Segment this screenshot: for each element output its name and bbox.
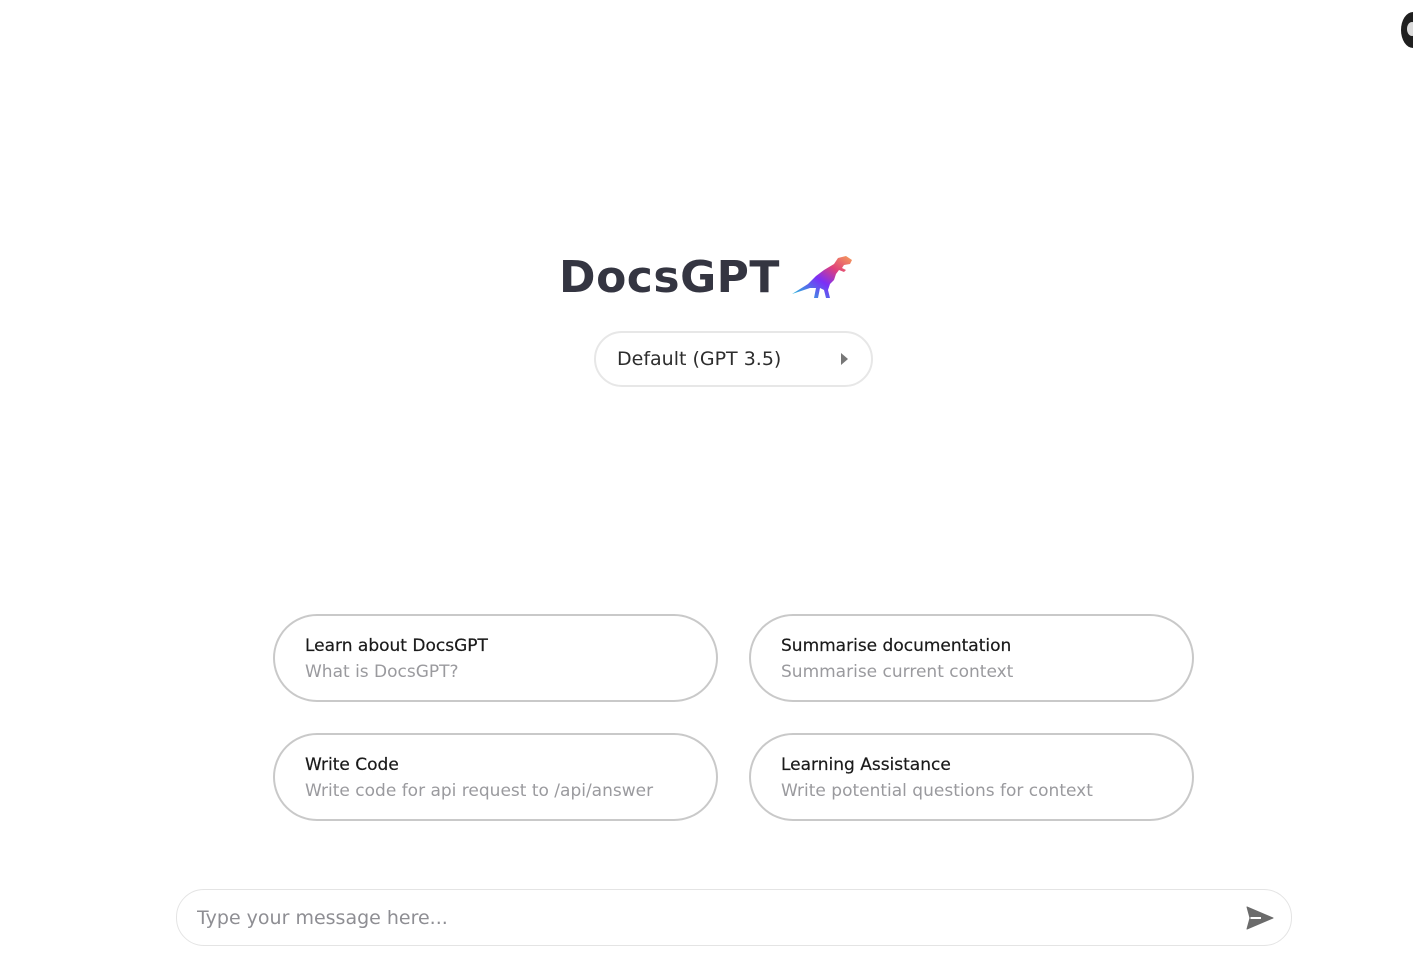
prompt-card-summarise[interactable]: Summarise documentation Summarise curren… xyxy=(749,614,1194,702)
prompt-card-subtitle: What is DocsGPT? xyxy=(305,662,459,682)
user-avatar[interactable] xyxy=(1401,12,1413,48)
prompt-card-subtitle: Summarise current context xyxy=(781,662,1014,682)
prompt-card-learn-about[interactable]: Learn about DocsGPT What is DocsGPT? xyxy=(273,614,718,702)
dinosaur-logo-icon xyxy=(791,255,852,298)
send-button[interactable] xyxy=(1243,901,1277,935)
model-selector[interactable]: Default (GPT 3.5) xyxy=(594,331,873,387)
caret-right-icon xyxy=(841,353,848,365)
prompt-card-subtitle: Write code for api request to /api/answe… xyxy=(305,781,654,801)
message-input[interactable] xyxy=(197,906,1243,929)
send-icon xyxy=(1246,906,1274,929)
prompt-card-title: Learning Assistance xyxy=(781,755,951,775)
prompt-card-learning-assistance[interactable]: Learning Assistance Write potential ques… xyxy=(749,733,1194,821)
brand-title: DocsGPT xyxy=(559,252,780,303)
message-composer xyxy=(176,889,1292,946)
prompt-card-title: Summarise documentation xyxy=(781,636,1012,656)
prompt-card-subtitle: Write potential questions for context xyxy=(781,781,1093,801)
model-selector-label: Default (GPT 3.5) xyxy=(617,348,782,370)
prompt-card-write-code[interactable]: Write Code Write code for api request to… xyxy=(273,733,718,821)
docsgpt-home: DocsGPT Default (GPT 3.5) Learn about Do… xyxy=(0,0,1413,967)
prompt-card-title: Write Code xyxy=(305,755,399,775)
brand-header: DocsGPT xyxy=(0,252,1413,303)
prompt-card-title: Learn about DocsGPT xyxy=(305,636,488,656)
